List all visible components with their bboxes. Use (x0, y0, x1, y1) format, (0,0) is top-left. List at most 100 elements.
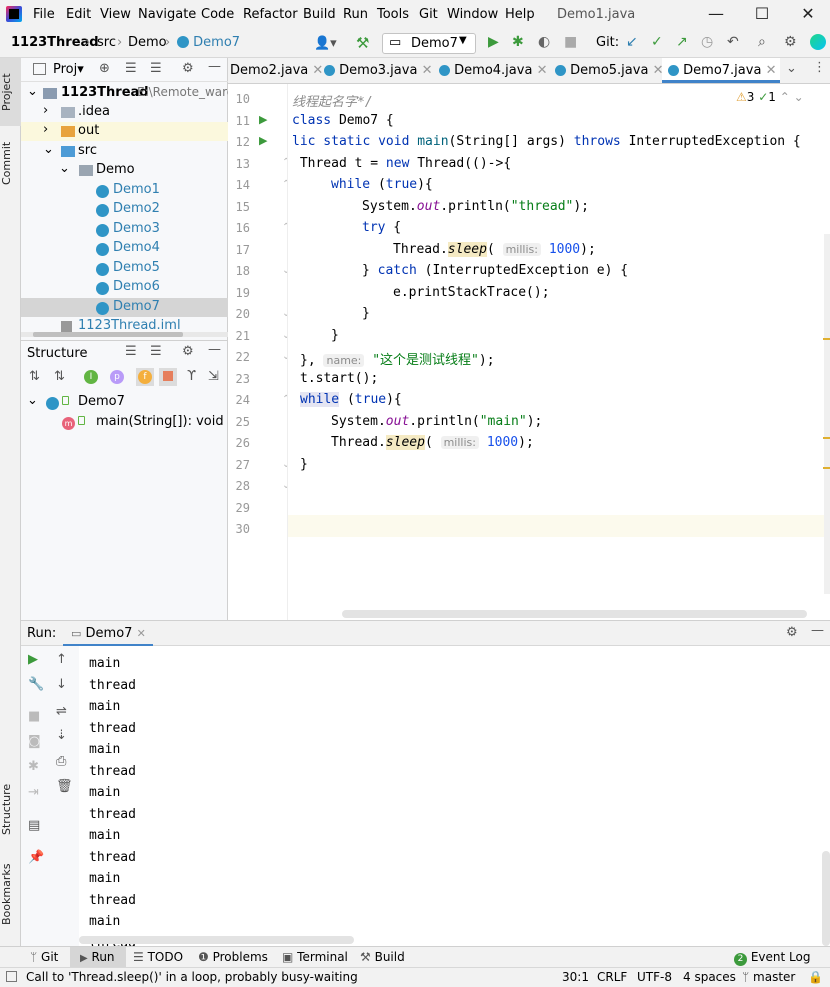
sort-visibility-icon[interactable]: ⇅ (29, 369, 40, 384)
show-non-public-toggle[interactable] (159, 368, 177, 386)
build-hammer-icon[interactable]: ⚒ (356, 34, 369, 52)
warning-marker[interactable] (823, 338, 830, 340)
tool-tab-build[interactable]: ⚒ Build (360, 950, 405, 964)
history-icon[interactable]: ◷ (701, 34, 713, 50)
maximize-button[interactable]: ☐ (752, 4, 772, 24)
warning-marker[interactable] (823, 467, 830, 469)
indent-setting[interactable]: 4 spaces (683, 970, 736, 984)
wrench-icon[interactable]: 🔧 (28, 677, 44, 692)
tree-item-demo2[interactable]: Demo2 (21, 200, 228, 219)
debug-icon[interactable]: ✱ (512, 34, 524, 50)
run-config-select[interactable]: ▭ Demo7 ▼ (382, 33, 476, 54)
commit-tool-tab[interactable]: Commit (0, 132, 21, 194)
vertical-scrollbar[interactable] (824, 234, 830, 594)
tree-root[interactable]: ⌄ 1123Thread E:\Remote_wareh (21, 84, 242, 103)
debug-icon[interactable]: ✱ (28, 759, 39, 774)
tree-item-src[interactable]: ⌄ src (21, 142, 228, 161)
chevron-down-icon[interactable]: ⌄ (794, 90, 804, 104)
git-branch[interactable]: ᛘ master (742, 970, 795, 984)
structure-tool-tab[interactable]: Structure (0, 774, 21, 844)
show-lambdas-icon[interactable]: ϒ (187, 369, 196, 384)
tree-item-demo3[interactable]: Demo3 (21, 220, 228, 239)
tree-item-demo-package[interactable]: ⌄ Demo (21, 161, 228, 180)
menu-view[interactable]: View (100, 7, 131, 22)
trash-icon[interactable]: 🗑 (56, 779, 73, 794)
minimize-button[interactable]: — (706, 4, 726, 24)
menu-build[interactable]: Build (303, 7, 336, 22)
structure-class[interactable]: ⌄ Demo7 (21, 393, 228, 412)
structure-method[interactable]: m main(String[]): void (21, 413, 228, 432)
horizontal-scrollbar[interactable] (342, 610, 807, 618)
menu-tools[interactable]: Tools (377, 7, 409, 22)
close-icon[interactable]: ✕ (537, 63, 548, 78)
tab-demo3[interactable]: Demo3.java ✕ (324, 63, 432, 78)
tab-demo5[interactable]: Demo5.java ✕ (555, 63, 663, 78)
tool-tab-run[interactable]: ▶ Run (70, 947, 126, 968)
status-message[interactable]: Call to 'Thread.sleep()' in a loop, prob… (26, 970, 358, 984)
run-gutter-icon[interactable]: ▶ (259, 113, 267, 126)
stop-icon[interactable]: ■ (564, 34, 577, 50)
git-commit-icon[interactable]: ✓ (651, 34, 663, 50)
gear-icon[interactable]: ⚙ (784, 34, 797, 50)
tree-item-demo5[interactable]: Demo5 (21, 259, 228, 278)
layout-icon[interactable]: ▤ (28, 818, 40, 833)
run-icon[interactable]: ▶ (488, 34, 499, 50)
soft-wrap-icon[interactable]: ⇌ (56, 704, 67, 719)
menu-edit[interactable]: Edit (66, 7, 91, 22)
tree-item-idea[interactable]: › .idea (21, 103, 228, 122)
pin-icon[interactable]: 📌 (28, 850, 44, 865)
gear-icon[interactable]: ⚙ (182, 61, 194, 76)
project-tool-tab[interactable]: Project (0, 58, 21, 126)
hide-icon[interactable]: — (208, 59, 221, 74)
tab-demo2[interactable]: Demo2.java ✕ (230, 63, 323, 78)
menu-file[interactable]: File (33, 7, 55, 22)
rollback-icon[interactable]: ↶ (727, 34, 739, 50)
user-icon[interactable]: 👤▾ (314, 36, 337, 51)
horizontal-scrollbar[interactable] (21, 332, 228, 337)
tree-item-out[interactable]: › out (21, 122, 228, 141)
file-encoding[interactable]: UTF-8 (637, 970, 672, 984)
expand-all-icon[interactable]: ☰ (125, 61, 137, 76)
chevron-down-icon[interactable]: ⌄ (786, 61, 797, 76)
coverage-icon[interactable]: ◐ (538, 34, 550, 50)
breadcrumb-src[interactable]: src (97, 35, 116, 50)
search-icon[interactable]: ⌕ (758, 34, 766, 50)
tab-demo4[interactable]: Demo4.java ✕ (439, 63, 547, 78)
breadcrumb-class[interactable]: Demo7 (177, 35, 240, 50)
tree-item-demo1[interactable]: Demo1 (21, 181, 228, 200)
tool-tab-problems[interactable]: ❶ Problems (198, 950, 268, 964)
menu-run[interactable]: Run (343, 7, 368, 22)
close-icon[interactable]: ✕ (422, 63, 433, 78)
close-button[interactable]: ✕ (798, 4, 818, 24)
tree-item-demo4[interactable]: Demo4 (21, 239, 228, 258)
collapse-all-icon[interactable]: ☰ (150, 344, 162, 359)
menu-code[interactable]: Code (201, 7, 234, 22)
arrow-down-icon[interactable]: ↓ (56, 677, 67, 692)
close-icon[interactable]: ✕ (766, 63, 777, 78)
scroll-to-end-icon[interactable]: ⇣ (56, 728, 67, 743)
expand-all-icon[interactable]: ☰ (125, 344, 137, 359)
tool-tab-git[interactable]: ᛘ Git (30, 950, 58, 964)
window-icon[interactable] (6, 971, 17, 982)
event-log-button[interactable]: 2 Event Log (734, 950, 810, 966)
scrollbar-thumb[interactable] (33, 332, 183, 337)
inspection-widget[interactable]: ⚠3 ✓1 ⌃ ⌄ (736, 90, 804, 104)
git-push-icon[interactable]: ↗ (676, 34, 688, 50)
autoscroll-icon[interactable]: ⇲ (208, 369, 219, 384)
tab-demo7[interactable]: Demo7.java ✕ (662, 58, 780, 83)
menu-navigate[interactable]: Navigate (138, 7, 196, 22)
hide-icon[interactable]: — (811, 623, 824, 638)
run-tab-demo7[interactable]: ▭ Demo7 ✕ (63, 621, 153, 647)
vertical-scrollbar[interactable] (822, 851, 830, 946)
print-icon[interactable]: ⎙ (56, 754, 66, 769)
hide-icon[interactable]: — (208, 342, 221, 357)
bookmarks-tool-tab[interactable]: Bookmarks (0, 854, 21, 934)
arrow-up-icon[interactable]: ↑ (56, 652, 67, 667)
tree-item-demo7[interactable]: Demo7 (21, 298, 228, 317)
menu-help[interactable]: Help (505, 7, 535, 22)
warning-marker[interactable] (823, 437, 830, 439)
show-properties-icon[interactable]: p (110, 370, 124, 384)
breadcrumb-package[interactable]: Demo (128, 35, 167, 50)
menu-window[interactable]: Window (447, 7, 498, 22)
show-fields-toggle[interactable]: f (136, 368, 154, 386)
